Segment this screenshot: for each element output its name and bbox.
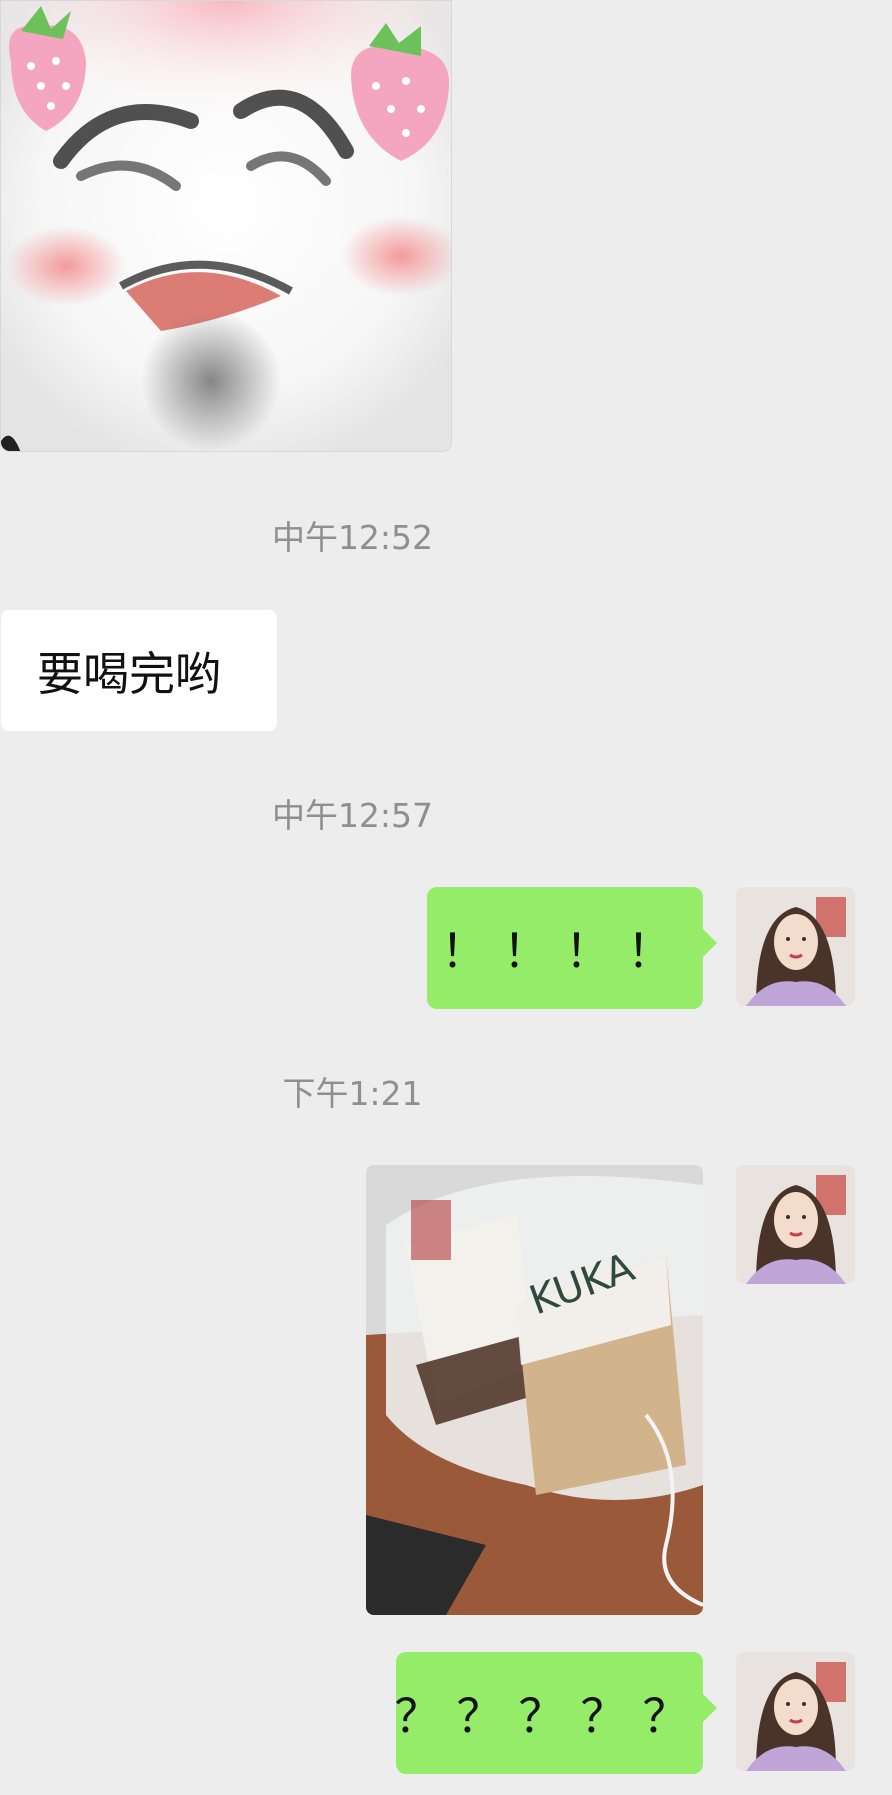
message-text: ？？？？？ bbox=[394, 1689, 705, 1743]
message-text: ！！！！ bbox=[441, 924, 689, 978]
photo-message[interactable]: KUKA bbox=[366, 1165, 703, 1615]
avatar[interactable] bbox=[736, 1652, 855, 1771]
user-avatar-image bbox=[736, 1652, 855, 1771]
message-text: 要喝完哟 bbox=[37, 646, 221, 701]
crying-face-sticker-image bbox=[1, 1, 451, 451]
sticker-message[interactable] bbox=[0, 0, 452, 452]
timestamp: 下午1:21 bbox=[282, 1074, 423, 1113]
message-bubble-sent[interactable]: ？？？？？ bbox=[394, 1652, 717, 1774]
user-avatar-image bbox=[736, 887, 855, 1006]
timestamp: 中午12:52 bbox=[271, 518, 434, 557]
message-bubble-received[interactable]: 要喝完哟 bbox=[1, 610, 277, 731]
user-avatar-image bbox=[736, 1165, 855, 1284]
avatar[interactable] bbox=[736, 1165, 855, 1284]
timestamp: 中午12:57 bbox=[271, 796, 434, 835]
avatar[interactable] bbox=[736, 887, 855, 1006]
message-bubble-sent[interactable]: ！！！！ bbox=[427, 887, 717, 1009]
milk-tea-photo-image: KUKA bbox=[366, 1165, 703, 1615]
